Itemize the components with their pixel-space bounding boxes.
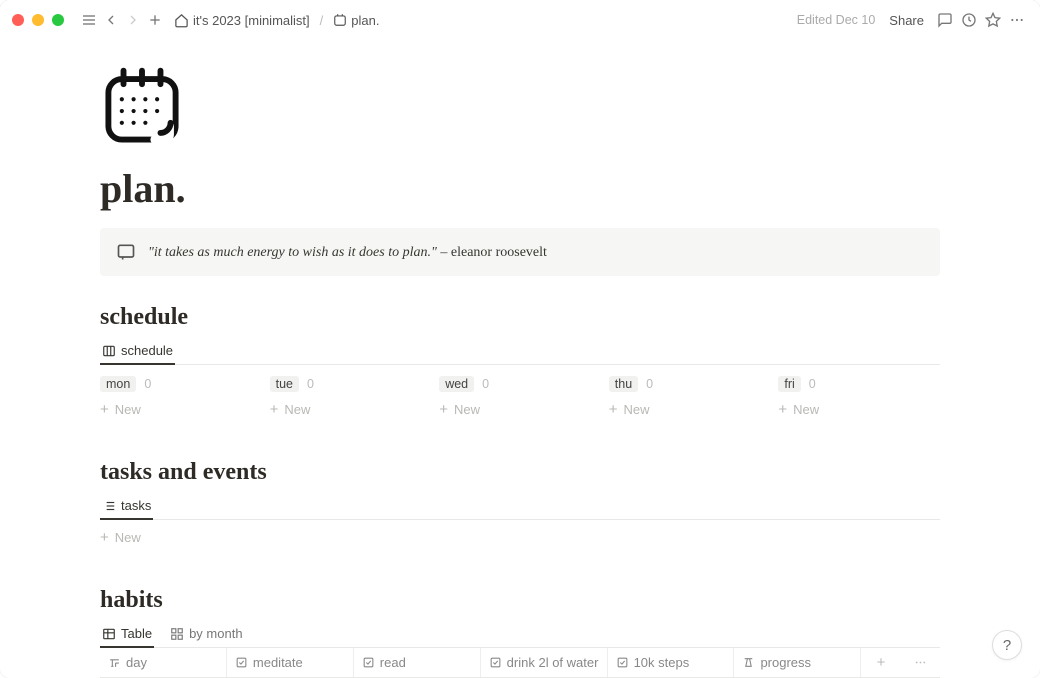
gallery-icon — [170, 627, 184, 641]
tasks-heading: tasks and events — [100, 459, 940, 486]
window-close[interactable] — [12, 14, 24, 26]
board-column-tue: tue 0 +New — [270, 375, 432, 419]
col-count: 0 — [646, 377, 653, 391]
plus-icon: + — [778, 402, 787, 417]
share-button[interactable]: Share — [883, 9, 930, 32]
col-count: 0 — [307, 377, 314, 391]
breadcrumb-parent-label: it's 2023 [minimalist] — [193, 13, 310, 28]
habits-tab-month[interactable]: by month — [168, 620, 244, 647]
col-count: 0 — [809, 377, 816, 391]
habits-col-water[interactable]: drink 2l of water — [481, 648, 608, 677]
new-card-button[interactable]: +New — [439, 400, 601, 419]
habits-col-meditate[interactable]: meditate — [227, 648, 354, 677]
sidebar-toggle-icon[interactable] — [78, 9, 100, 31]
habits-tab-table-label: Table — [121, 626, 152, 641]
plus-icon: + — [270, 402, 279, 417]
plus-icon: + — [100, 530, 109, 545]
checkbox-icon — [489, 656, 502, 669]
board-column-thu: thu 0 +New — [609, 375, 771, 419]
page-title[interactable]: plan. — [100, 165, 940, 212]
new-card-button[interactable]: +New — [778, 400, 940, 419]
schedule-board: mon0 +New tue0 +New wed0 +New thu0 +New … — [100, 375, 940, 419]
col-count: 0 — [482, 377, 489, 391]
board-column-fri: fri 0 +New — [778, 375, 940, 419]
board-column-wed: wed 0 +New — [439, 375, 601, 419]
more-icon[interactable] — [1006, 9, 1028, 31]
habits-add-column[interactable]: + — [861, 648, 900, 677]
checkbox-icon — [616, 656, 629, 669]
col-label[interactable]: fri — [778, 376, 800, 392]
plus-icon: + — [877, 655, 886, 670]
callout-attribution: – eleanor roosevelt — [437, 245, 547, 260]
new-task-button[interactable]: +New — [100, 528, 940, 547]
new-card-button[interactable]: +New — [609, 400, 771, 419]
col-label[interactable]: tue — [270, 376, 299, 392]
plus-icon: + — [609, 402, 618, 417]
new-page-icon[interactable] — [144, 9, 166, 31]
new-card-button[interactable]: +New — [270, 400, 432, 419]
habits-col-read[interactable]: read — [354, 648, 481, 677]
tasks-tab[interactable]: tasks — [100, 492, 153, 519]
callout-text: "it takes as much energy to wish as it d… — [148, 243, 547, 261]
topbar: it's 2023 [minimalist] / plan. Edited De… — [0, 0, 1040, 40]
habits-col-progress[interactable]: progress — [734, 648, 861, 677]
formula-icon — [742, 656, 755, 669]
checkbox-icon — [362, 656, 375, 669]
breadcrumb-separator: / — [320, 13, 324, 28]
col-label[interactable]: wed — [439, 376, 474, 392]
tasks-tab-label: tasks — [121, 498, 151, 513]
breadcrumb-home[interactable]: it's 2023 [minimalist] — [170, 11, 314, 30]
home-icon — [174, 13, 189, 28]
calendar-page-icon — [100, 64, 184, 148]
col-label[interactable]: mon — [100, 376, 136, 392]
habits-table-header: day meditate read drink 2l of water 10k … — [100, 647, 940, 678]
schedule-tab[interactable]: schedule — [100, 337, 175, 364]
checkbox-icon — [235, 656, 248, 669]
schedule-tabs: schedule — [100, 337, 940, 365]
habits-col-day[interactable]: day — [100, 648, 227, 677]
callout-block[interactable]: "it takes as much energy to wish as it d… — [100, 228, 940, 276]
breadcrumb: it's 2023 [minimalist] / plan. — [170, 11, 383, 30]
plus-icon: + — [439, 402, 448, 417]
edited-timestamp: Edited Dec 10 — [797, 13, 876, 27]
nav-forward-icon[interactable] — [122, 9, 144, 31]
habits-col-steps[interactable]: 10k steps — [608, 648, 735, 677]
breadcrumb-current[interactable]: plan. — [329, 11, 383, 30]
habits-tab-month-label: by month — [189, 626, 242, 641]
page-icon[interactable] — [100, 64, 940, 153]
habits-tabs: Table by month — [100, 620, 940, 648]
page-content: plan. "it takes as much energy to wish a… — [0, 40, 1040, 678]
text-icon — [108, 656, 121, 669]
favorite-icon[interactable] — [982, 9, 1004, 31]
window-zoom[interactable] — [52, 14, 64, 26]
tasks-tabs: tasks — [100, 492, 940, 520]
habits-more-button[interactable] — [901, 649, 940, 676]
calendar-icon — [333, 13, 347, 27]
more-icon — [914, 656, 927, 669]
schedule-tab-label: schedule — [121, 343, 173, 358]
help-button[interactable]: ? — [992, 630, 1022, 660]
board-icon — [102, 344, 116, 358]
breadcrumb-current-label: plan. — [351, 13, 379, 28]
schedule-heading: schedule — [100, 304, 940, 331]
quote-icon — [116, 242, 136, 262]
updates-icon[interactable] — [958, 9, 980, 31]
col-count: 0 — [144, 377, 151, 391]
comments-icon[interactable] — [934, 9, 956, 31]
callout-quote: "it takes as much energy to wish as it d… — [148, 245, 437, 260]
plus-icon: + — [100, 402, 109, 417]
board-column-mon: mon 0 +New — [100, 375, 262, 419]
list-icon — [102, 499, 116, 513]
window-traffic-lights — [12, 14, 64, 26]
new-card-button[interactable]: +New — [100, 400, 262, 419]
habits-tab-table[interactable]: Table — [100, 620, 154, 647]
table-icon — [102, 627, 116, 641]
window-minimize[interactable] — [32, 14, 44, 26]
col-label[interactable]: thu — [609, 376, 638, 392]
habits-heading: habits — [100, 587, 940, 614]
nav-back-icon[interactable] — [100, 9, 122, 31]
